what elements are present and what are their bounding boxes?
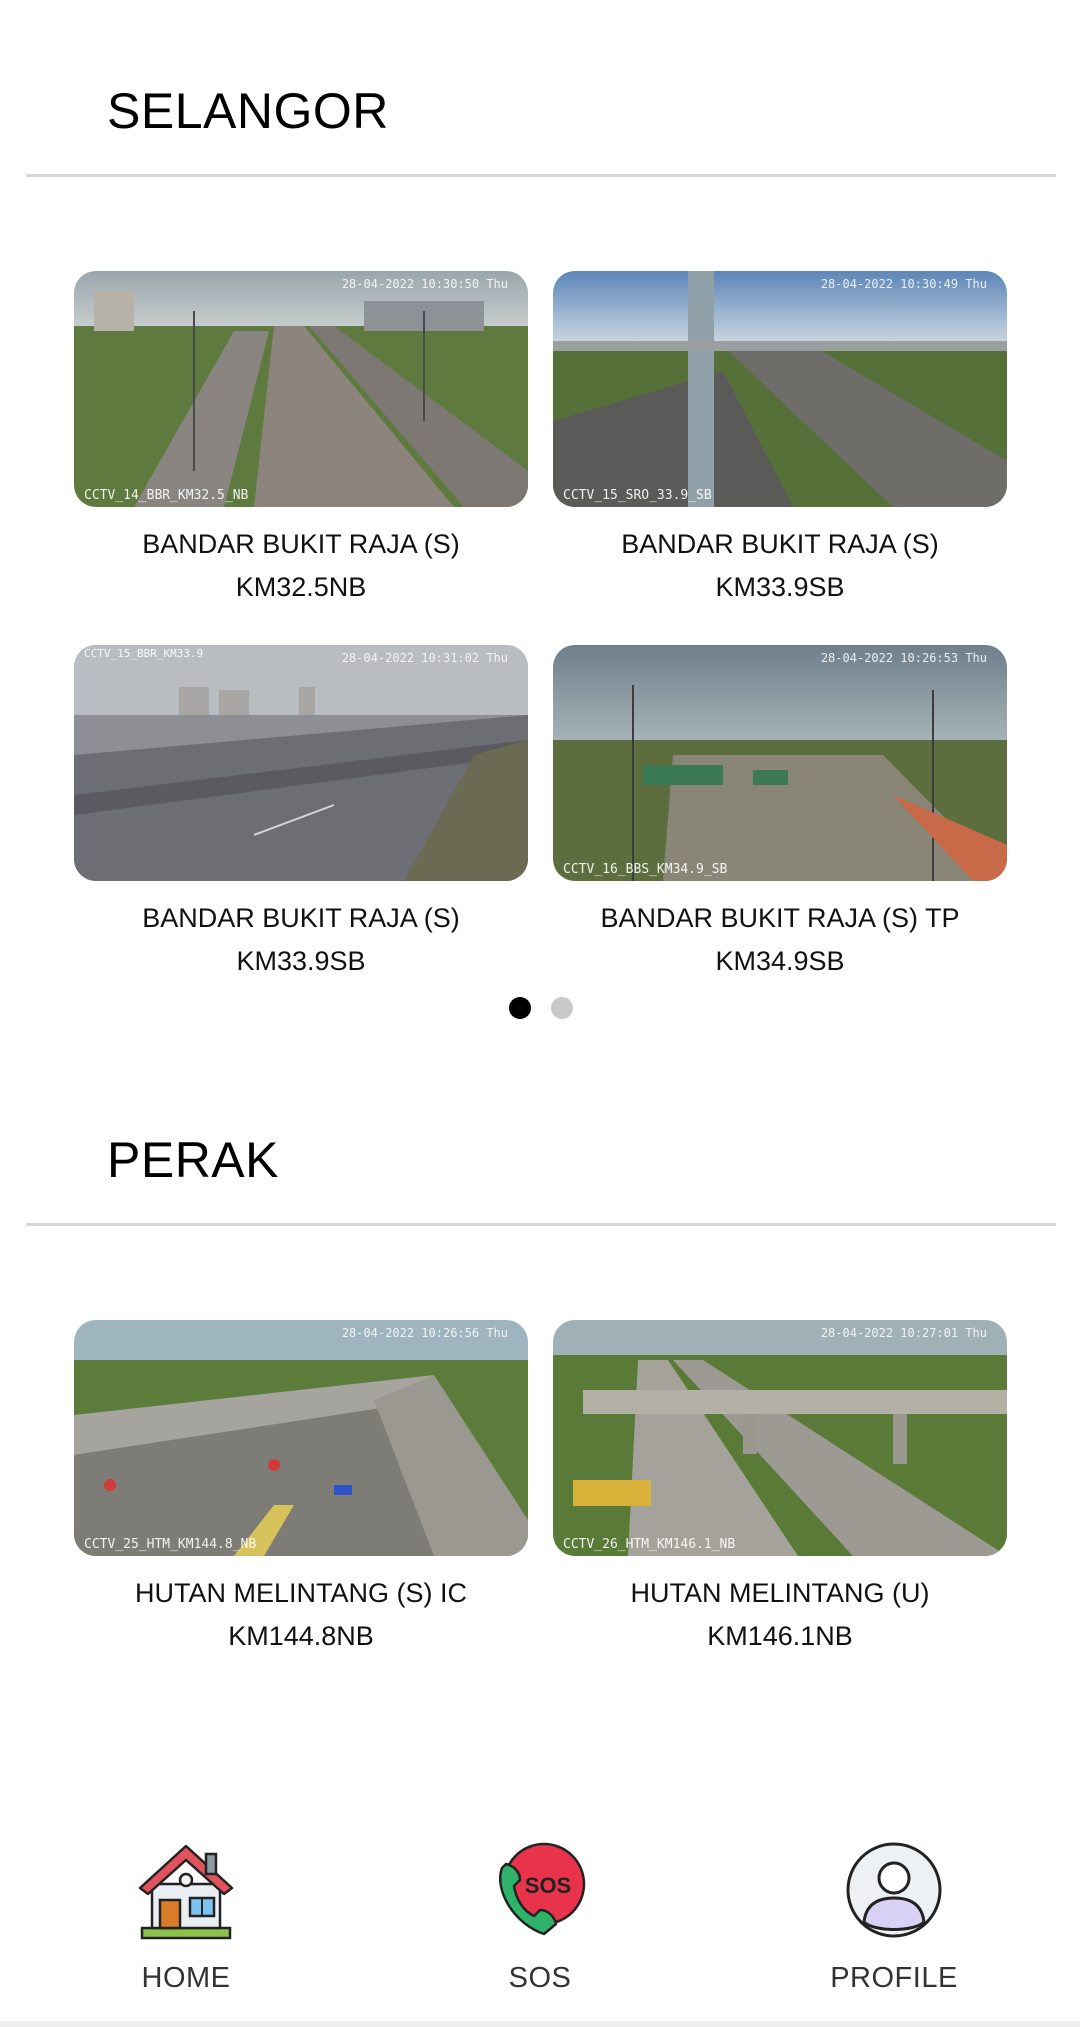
section-divider (26, 174, 1056, 177)
camera-name: BANDAR BUKIT RAJA (S) (621, 529, 939, 559)
section-title-selangor: SELANGOR (107, 83, 389, 139)
camera-thumbnail[interactable]: 28-04-2022 10:30:50 Thu CCTV_14_BBR_KM32… (74, 271, 528, 507)
camera-km: KM144.8NB (228, 1621, 374, 1651)
camera-timestamp: 28-04-2022 10:31:02 Thu (341, 651, 508, 665)
camera-card[interactable]: 28-04-2022 10:27:01 Thu CCTV_26_HTM_KM14… (553, 1320, 1007, 1652)
camera-thumbnail[interactable]: 28-04-2022 10:27:01 Thu CCTV_26_HTM_KM14… (553, 1320, 1007, 1556)
section-title-perak: PERAK (107, 1132, 280, 1188)
home-icon (138, 1844, 234, 1940)
camera-card[interactable]: 28-04-2022 10:26:53 Thu CCTV_16_BBS_KM34… (553, 645, 1007, 977)
camera-thumbnail[interactable]: 28-04-2022 10:26:56 Thu CCTV_25_HTM_KM14… (74, 1320, 528, 1556)
nav-profile-label: PROFILE (830, 1962, 958, 1994)
pagination-dot[interactable] (551, 997, 573, 1019)
camera-km: KM146.1NB (707, 1621, 853, 1651)
nav-sos-label: SOS (508, 1962, 572, 1994)
nav-home-label: HOME (141, 1962, 231, 1994)
camera-id-overlay: CCTV_25_HTM_KM144.8_NB (84, 1537, 257, 1552)
camera-km: KM34.9SB (715, 946, 845, 976)
camera-name: BANDAR BUKIT RAJA (S) (142, 529, 460, 559)
nav-sos[interactable]: SOS SOS (430, 1830, 650, 1995)
camera-km: KM33.9SB (236, 946, 366, 976)
camera-card[interactable]: 28-04-2022 10:30:49 Thu CCTV_15_SRO_33.9… (553, 271, 1007, 603)
section-divider (26, 1223, 1056, 1226)
camera-timestamp: 28-04-2022 10:26:56 Thu (341, 1326, 508, 1340)
sos-badge-text: SOS (525, 1873, 571, 1898)
camera-id-overlay: CCTV_16_BBS_KM34.9_SB (563, 862, 728, 877)
camera-card[interactable]: 28-04-2022 10:26:56 Thu CCTV_25_HTM_KM14… (74, 1320, 528, 1652)
camera-km: KM33.9SB (715, 572, 845, 602)
camera-name: HUTAN MELINTANG (S) IC (134, 1578, 467, 1608)
camera-card[interactable]: 28-04-2022 10:30:50 Thu CCTV_14_BBR_KM32… (74, 271, 528, 603)
system-bottom-strip (0, 2021, 1080, 2027)
camera-thumbnail[interactable]: 28-04-2022 10:31:02 Thu CCTV_15_BBR_KM33… (74, 645, 528, 881)
camera-timestamp: 28-04-2022 10:30:50 Thu (341, 277, 508, 291)
camera-card[interactable]: 28-04-2022 10:31:02 Thu CCTV_15_BBR_KM33… (74, 645, 528, 977)
camera-timestamp: 28-04-2022 10:27:01 Thu (820, 1326, 987, 1340)
camera-id-overlay: CCTV_15_SRO_33.9_SB (563, 488, 712, 503)
bottom-nav: HOME SOS SOS PROFILE (0, 1830, 1080, 2027)
nav-home[interactable]: HOME (76, 1830, 296, 1995)
camera-id-overlay: CCTV_15_BBR_KM33.9 (84, 647, 204, 660)
camera-km: KM32.5NB (235, 572, 367, 602)
carousel-pagination (0, 997, 1080, 1019)
camera-timestamp: 28-04-2022 10:26:53 Thu (820, 651, 987, 665)
camera-name: BANDAR BUKIT RAJA (S) (142, 903, 460, 933)
pagination-dot-active[interactable] (509, 997, 531, 1019)
camera-id-overlay: CCTV_26_HTM_KM146.1_NB (563, 1537, 736, 1552)
camera-thumbnail[interactable]: 28-04-2022 10:26:53 Thu CCTV_16_BBS_KM34… (553, 645, 1007, 881)
sos-phone-icon: SOS (499, 1842, 586, 1936)
camera-name: BANDAR BUKIT RAJA (S) TP (600, 903, 960, 933)
camera-name: HUTAN MELINTANG (U) (630, 1578, 930, 1608)
camera-thumbnail[interactable]: 28-04-2022 10:30:49 Thu CCTV_15_SRO_33.9… (553, 271, 1007, 507)
camera-id-overlay: CCTV_14_BBR_KM32.5_NB (84, 488, 249, 503)
camera-timestamp: 28-04-2022 10:30:49 Thu (820, 277, 987, 291)
nav-profile[interactable]: PROFILE (784, 1830, 1004, 1995)
profile-icon (846, 1842, 942, 1938)
